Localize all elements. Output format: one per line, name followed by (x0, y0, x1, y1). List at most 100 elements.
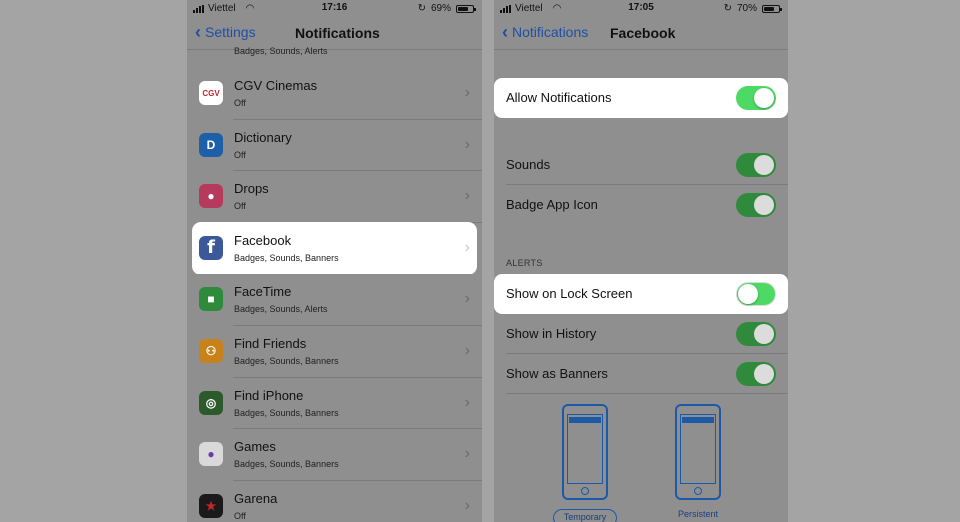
find-friends-icon: ⚇ (199, 338, 223, 363)
facebook-notifications-screen: Viettel ◠ 17:05 ↻ 70% ‹ Notifications Fa… (494, 0, 788, 522)
chevron-right-icon: › (464, 496, 470, 514)
chevron-right-icon: › (464, 187, 470, 205)
orientation-lock-icon: ↻ (417, 3, 426, 14)
chevron-right-icon: › (464, 445, 470, 463)
list-item-facetime[interactable]: ■ FaceTime Badges, Sounds, Alerts › (187, 274, 482, 326)
setting-label: Allow Notifications (506, 90, 612, 105)
dictionary-icon: D (199, 132, 223, 157)
toggle-knob (754, 155, 774, 175)
back-label: Notifications (512, 24, 589, 40)
persistent-banner-illustration[interactable] (675, 404, 721, 500)
status-bar: Viettel ◠ 17:05 ↻ 70% (494, 0, 788, 16)
orientation-lock-icon: ↻ (723, 3, 732, 14)
page-title: Facebook (610, 25, 676, 41)
app-status: Off (234, 510, 246, 521)
show-in-history-row: Show in History (494, 314, 788, 354)
phone-screen (680, 414, 716, 484)
partial-row-sub: Badges, Sounds, Alerts (234, 46, 328, 56)
app-name: Garena (234, 490, 278, 506)
back-button[interactable]: ‹ Settings (195, 22, 256, 42)
app-status: Badges, Sounds, Banners (234, 355, 339, 366)
status-right: ↻ 69% (417, 3, 476, 14)
app-name: CGV Cinemas (234, 78, 318, 93)
list-item-find-friends[interactable]: ⚇ Find Friends Badges, Sounds, Banners › (187, 325, 482, 378)
games-icon: ● (199, 442, 223, 467)
toggle-knob (754, 324, 774, 344)
app-status: Badges, Sounds, Banners (234, 407, 339, 418)
sounds-toggle[interactable] (736, 153, 776, 177)
show-on-lock-screen-row: Show on Lock Screen (494, 274, 788, 314)
list-item-find-iphone[interactable]: ◎ Find iPhone Badges, Sounds, Banners › (187, 377, 482, 430)
app-name: Games (234, 439, 276, 455)
toggle-knob (754, 88, 774, 108)
persistent-option[interactable]: Persistent (666, 509, 730, 519)
list-item-games[interactable]: ● Games Badges, Sounds, Banners › (187, 429, 482, 481)
home-button-icon (694, 487, 702, 495)
back-button[interactable]: ‹ Notifications (502, 23, 589, 41)
chevron-right-icon: › (464, 238, 470, 256)
nav-bar: ‹ Notifications Facebook (494, 16, 788, 50)
app-status: Badges, Sounds, Banners (234, 252, 339, 263)
drops-icon: ● (199, 184, 223, 209)
sounds-row: Sounds (494, 145, 788, 185)
app-status: Off (234, 149, 246, 160)
cgv-icon: CGV (199, 81, 223, 105)
app-status: Off (234, 98, 246, 108)
setting-label: Show in History (506, 326, 597, 341)
toggle-knob (754, 364, 774, 384)
list-item-dictionary[interactable]: D Dictionary Off › (187, 119, 482, 172)
page-title: Notifications (295, 25, 380, 41)
toggle-knob (738, 284, 758, 304)
chevron-right-icon: › (464, 341, 470, 359)
setting-label: Sounds (506, 157, 551, 172)
battery-icon (456, 4, 476, 13)
alerts-section-header: ALERTS (506, 258, 543, 268)
chevron-right-icon: › (464, 393, 470, 411)
list-item-cgv[interactable]: CGV CGV Cinemas Off › (187, 68, 482, 120)
chevron-right-icon: › (464, 84, 470, 101)
app-name: Find Friends (234, 335, 307, 351)
chevron-right-icon: › (464, 290, 470, 308)
app-name: Find iPhone (234, 387, 304, 403)
banner-bar (682, 417, 714, 423)
status-right: ↻ 70% (723, 3, 782, 14)
battery-icon (762, 4, 782, 13)
list-item-garena[interactable]: ★ Garena Off › (187, 480, 482, 522)
battery-percent: 69% (430, 3, 451, 14)
list-item-facebook[interactable]: f Facebook Badges, Sounds, Banners › (193, 222, 476, 275)
chevron-left-icon: ‹ (195, 22, 201, 42)
toggle-knob (754, 195, 774, 215)
badge-app-icon-row: Badge App Icon (494, 185, 788, 225)
setting-label: Badge App Icon (506, 197, 598, 212)
temporary-option[interactable]: Temporary (553, 509, 617, 522)
status-bar: Viettel ◠ 17:16 ↻ 69% (187, 0, 482, 16)
app-name: FaceTime (234, 284, 292, 300)
back-label: Settings (205, 24, 256, 40)
app-status: Badges, Sounds, Alerts (234, 304, 328, 315)
show-as-banners-row: Show as Banners (494, 354, 788, 394)
show-on-lock-screen-toggle[interactable] (736, 282, 776, 306)
app-list: CGV CGV Cinemas Off › D Dictionary Off ›… (187, 68, 482, 522)
list-item-drops[interactable]: ● Drops Off › (187, 171, 482, 223)
garena-icon: ★ (199, 493, 223, 518)
notifications-screen: Viettel ◠ 17:16 ↻ 69% ‹ Settings Notific… (187, 0, 482, 522)
battery-percent: 70% (736, 3, 757, 14)
badge-app-icon-toggle[interactable] (736, 193, 776, 217)
facebook-icon: f (199, 235, 223, 260)
facetime-icon: ■ (199, 287, 223, 312)
chevron-right-icon: › (464, 135, 470, 153)
app-name: Facebook (234, 232, 292, 248)
setting-label: Show as Banners (506, 366, 608, 381)
nav-bar: ‹ Settings Notifications (187, 16, 482, 50)
show-as-banners-toggle[interactable] (736, 362, 776, 386)
temporary-banner-illustration[interactable] (562, 404, 608, 500)
allow-notifications-toggle[interactable] (736, 86, 776, 110)
banner-bar (569, 417, 601, 423)
show-in-history-toggle[interactable] (736, 322, 776, 346)
find-iphone-icon: ◎ (199, 390, 223, 415)
phone-screen (567, 414, 603, 484)
app-status: Badges, Sounds, Banners (234, 459, 339, 470)
app-name: Drops (234, 181, 269, 197)
app-name: Dictionary (234, 129, 292, 145)
setting-label: Show on Lock Screen (506, 286, 633, 301)
